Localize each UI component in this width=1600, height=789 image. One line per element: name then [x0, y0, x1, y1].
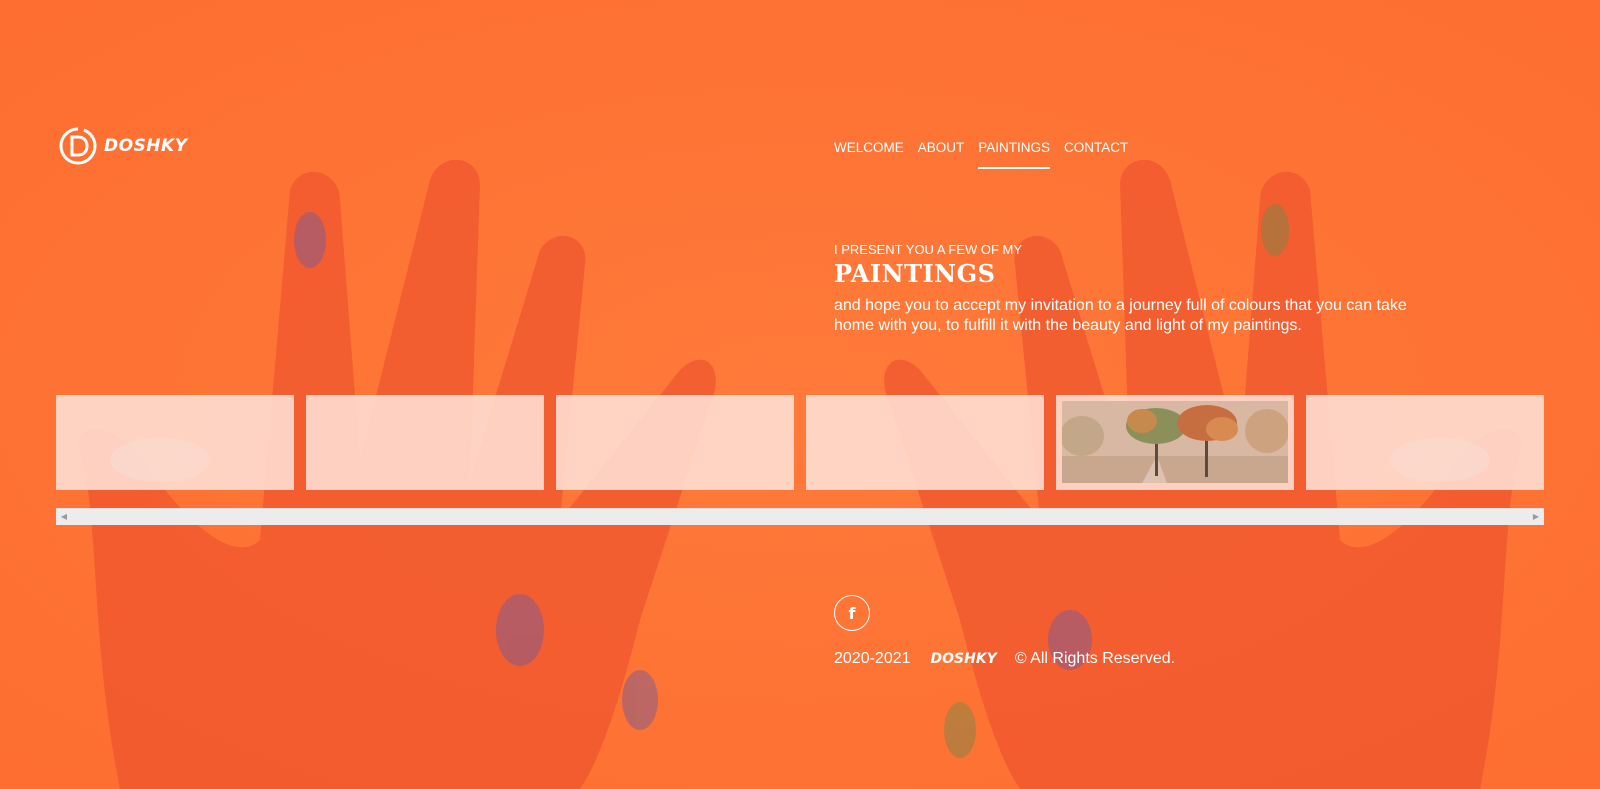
gallery-scrollbar[interactable]: ◀ ▶ [56, 508, 1544, 525]
chevron-right-icon[interactable]: ▶ [1528, 509, 1544, 525]
nav-paintings[interactable]: PAINTINGS [978, 140, 1050, 169]
gallery-strip [56, 395, 1544, 492]
main-nav: WELCOME ABOUT PAINTINGS CONTACT [834, 140, 1142, 169]
gallery-thumbnail[interactable] [806, 395, 1044, 490]
nav-contact[interactable]: CONTACT [1064, 140, 1128, 163]
painting-image [1062, 401, 1288, 483]
footer-rights: © All Rights Reserved. [1014, 650, 1176, 667]
brand-logo[interactable]: DOSHKY [58, 126, 188, 166]
footer-brand-logo: DOSHKY [930, 651, 997, 667]
chevron-left-icon[interactable]: ◀ [56, 509, 72, 525]
nav-welcome[interactable]: WELCOME [834, 140, 904, 163]
brand-name: DOSHKY [104, 136, 188, 156]
footer: 2020-2021 DOSHKY © All Rights Reserved. [834, 650, 1175, 668]
gallery-thumbnail[interactable] [1056, 395, 1294, 490]
page-title: PAINTINGS [834, 259, 996, 288]
facebook-icon[interactable]: f [834, 595, 870, 631]
intro-section: I PRESENT YOU A FEW OF MY PAINTINGS and … [834, 242, 1414, 336]
d-circle-logo-icon [59, 127, 97, 165]
intro-text: and hope you to accept my invitation to … [834, 297, 1407, 334]
facebook-glyph: f [848, 603, 856, 623]
footer-years: 2020-2021 [834, 650, 911, 667]
gallery-thumbnail[interactable] [56, 395, 294, 490]
gallery-thumbnail[interactable] [1306, 395, 1544, 490]
gallery-thumbnail[interactable] [306, 395, 544, 490]
intro-kicker: I PRESENT YOU A FEW OF MY [834, 242, 1023, 257]
nav-about[interactable]: ABOUT [918, 140, 965, 163]
gallery-thumbnail[interactable] [556, 395, 794, 490]
